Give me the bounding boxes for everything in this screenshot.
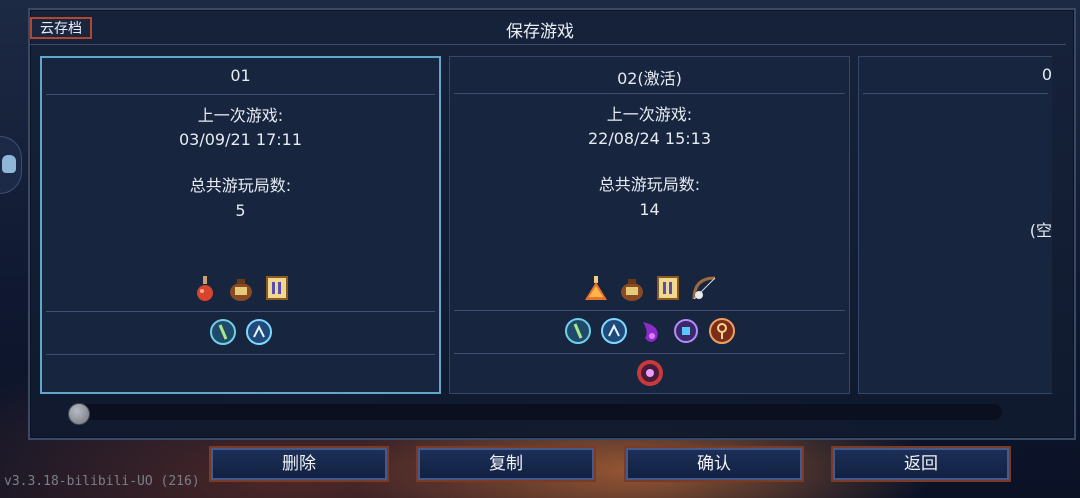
bomb-pot-icon (226, 273, 256, 303)
rune-teleport-icon (599, 316, 629, 346)
divider (863, 93, 1048, 94)
last-played-label: 上一次游戏: (606, 105, 693, 124)
rune-vine-icon (208, 317, 238, 347)
divider (46, 311, 435, 312)
rune-icons-row (42, 317, 439, 347)
gear-rune-icon (671, 316, 701, 346)
version-label: v3.3.18-bilibili-UO (216) (4, 474, 200, 489)
delete-button[interactable]: 删除 (211, 448, 387, 480)
save-slot-01[interactable]: 01 上一次游戏: 03/09/21 17:11 总共游玩局数: 5 (40, 56, 441, 394)
back-button[interactable]: 返回 (833, 448, 1009, 480)
divider (454, 93, 845, 94)
last-played-date: 22/08/24 15:13 (587, 129, 712, 148)
potion-icon (581, 273, 611, 303)
scrollbar-thumb[interactable] (68, 403, 90, 425)
slot-name: 0 (1041, 65, 1052, 84)
last-played-label: 上一次游戏: (197, 106, 284, 125)
rune-teleport-icon (244, 317, 274, 347)
title-divider (30, 44, 1066, 45)
ghost-icon (2, 155, 16, 173)
total-runs-label: 总共游玩局数: (598, 175, 701, 194)
dialog-title: 保存游戏 (506, 22, 574, 42)
confirm-button[interactable]: 确认 (626, 448, 802, 480)
slot-name: 01 (230, 66, 251, 85)
item-icons-row (42, 273, 439, 303)
bow-icon (689, 273, 719, 303)
divider (46, 94, 435, 95)
last-played-date: 03/09/21 17:11 (178, 130, 303, 149)
empty-slot-label: (空 (1029, 221, 1052, 240)
bomb-pot-icon (617, 273, 647, 303)
scroll-icon (262, 273, 292, 303)
copy-button[interactable]: 复制 (418, 448, 594, 480)
total-runs-label: 总共游玩局数: (189, 176, 292, 195)
item-icons-row (450, 273, 849, 303)
total-runs-value: 5 (235, 201, 246, 220)
rune-vine-icon (563, 316, 593, 346)
total-runs-value: 14 (639, 200, 660, 219)
slot-name: 02(激活) (617, 69, 682, 88)
save-slot-03[interactable]: 0 (空 (858, 56, 1052, 394)
mutation-icons-row (450, 358, 849, 388)
scrollbar-track[interactable] (72, 404, 1002, 420)
purple-flame-icon (635, 316, 665, 346)
side-tab[interactable] (0, 136, 22, 194)
rune-icons-row (450, 316, 849, 346)
flask-icon (190, 273, 220, 303)
key-rune-icon (707, 316, 737, 346)
divider (46, 354, 435, 355)
divider (454, 310, 845, 311)
divider (454, 353, 845, 354)
cloud-save-button[interactable]: 云存档 (30, 17, 92, 39)
scroll-icon (653, 273, 683, 303)
save-slot-02[interactable]: 02(激活) 上一次游戏: 22/08/24 15:13 总共游玩局数: 14 (449, 56, 850, 394)
eye-medallion-icon (635, 358, 665, 388)
